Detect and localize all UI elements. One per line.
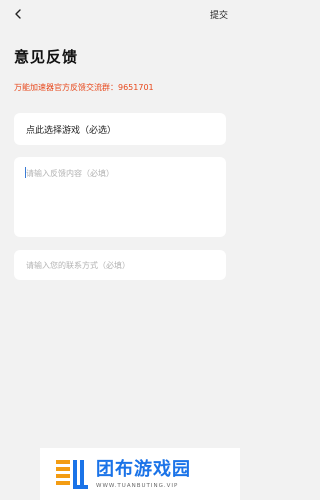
chevron-left-icon [15,9,21,19]
feedback-input[interactable] [14,157,226,237]
watermark: 团布游戏园 WWW.TUANBUTING.VIP [40,448,240,500]
watermark-title: 团布游戏园 [96,459,191,480]
top-bar: 提交 [0,0,240,28]
page-title: 意见反馈 [14,48,79,66]
submit-button[interactable]: 提交 [210,8,228,21]
watermark-logo-icon [56,460,88,489]
watermark-url: WWW.TUANBUTING.VIP [96,483,179,489]
feedback-group-info: 万能加速器官方反馈交流群：9651701 [14,83,154,92]
contact-field[interactable] [14,250,226,280]
contact-input[interactable] [14,250,226,280]
feedback-field[interactable] [14,157,226,237]
back-button[interactable] [10,6,26,22]
game-select[interactable]: 点此选择游戏（必选） [14,113,226,145]
text-caret [25,167,26,178]
game-select-label: 点此选择游戏（必选） [26,125,117,136]
